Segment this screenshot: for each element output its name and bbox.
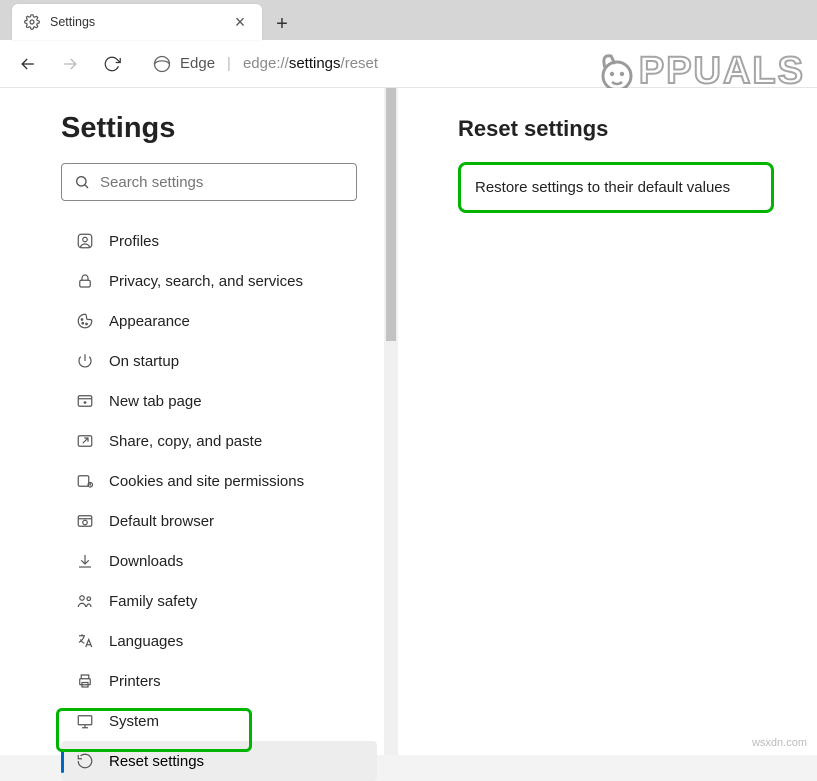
search-input[interactable] [100,174,344,191]
newtab-icon [75,391,95,411]
sidebar-item-label: Downloads [109,553,183,570]
sidebar-item-label: Share, copy, and paste [109,433,262,450]
window-titlebar: Settings × + [0,0,817,40]
gear-icon [24,14,40,30]
sidebar-item-reset[interactable]: Reset settings [61,741,377,781]
system-icon [75,711,95,731]
family-icon [75,591,95,611]
sidebar-item-profiles[interactable]: Profiles [61,221,377,261]
address-divider: | [223,55,235,72]
sidebar-item-share[interactable]: Share, copy, and paste [61,421,377,461]
back-button[interactable] [8,44,48,84]
search-icon [74,174,90,190]
sidebar-item-label: Profiles [109,233,159,250]
sidebar-item-languages[interactable]: Languages [61,621,377,661]
sidebar-item-label: Family safety [109,593,197,610]
content-area: Settings Profiles Privacy, search, and s… [0,88,817,755]
sidebar-item-family[interactable]: Family safety [61,581,377,621]
tab-title: Settings [50,15,95,29]
sidebar-item-appearance[interactable]: Appearance [61,301,377,341]
sidebar-item-startup[interactable]: On startup [61,341,377,381]
lock-icon [75,271,95,291]
sidebar-item-label: Printers [109,673,161,690]
profile-icon [75,231,95,251]
sidebar-item-default-browser[interactable]: Default browser [61,501,377,541]
sidebar-scrollbar[interactable] [384,88,398,755]
power-icon [75,351,95,371]
sidebar-item-printers[interactable]: Printers [61,661,377,701]
address-bar[interactable]: Edge | edge://settings/reset [152,47,809,81]
settings-main-panel: Reset settings Restore settings to their… [398,88,817,755]
sidebar-item-label: Appearance [109,313,190,330]
share-icon [75,431,95,451]
sidebar-item-label: New tab page [109,393,202,410]
edge-logo-icon [152,54,172,74]
reset-icon [75,751,95,771]
sidebar-item-label: Languages [109,633,183,650]
browser-icon [75,511,95,531]
close-tab-icon[interactable]: × [230,12,250,33]
browser-tab[interactable]: Settings × [12,4,262,40]
language-icon [75,631,95,651]
browser-toolbar: Edge | edge://settings/reset [0,40,817,88]
settings-search[interactable] [61,163,357,201]
sidebar-item-label: On startup [109,353,179,370]
sidebar-item-newtab[interactable]: New tab page [61,381,377,421]
page-title: Reset settings [458,116,787,142]
refresh-button[interactable] [92,44,132,84]
sidebar-item-label: Privacy, search, and services [109,273,303,290]
sidebar-item-privacy[interactable]: Privacy, search, and services [61,261,377,301]
sidebar-item-downloads[interactable]: Downloads [61,541,377,581]
cookies-icon [75,471,95,491]
site-identity-label: Edge [180,55,215,72]
sidebar-item-label: Cookies and site permissions [109,473,304,490]
new-tab-button[interactable]: + [266,8,298,40]
settings-sidebar: Settings Profiles Privacy, search, and s… [0,88,398,755]
restore-defaults-label: Restore settings to their default values [475,179,730,196]
download-icon [75,551,95,571]
settings-nav: Profiles Privacy, search, and services A… [61,221,377,781]
image-credit: wsxdn.com [752,737,807,749]
url-text: edge://settings/reset [243,55,378,72]
sidebar-item-label: Default browser [109,513,214,530]
scrollbar-thumb[interactable] [386,88,396,341]
appearance-icon [75,311,95,331]
forward-button[interactable] [50,44,90,84]
sidebar-item-system[interactable]: System [61,701,377,741]
settings-heading: Settings [61,112,377,145]
printer-icon [75,671,95,691]
sidebar-item-cookies[interactable]: Cookies and site permissions [61,461,377,501]
sidebar-item-label: Reset settings [109,753,204,770]
sidebar-item-label: System [109,713,159,730]
restore-defaults-button[interactable]: Restore settings to their default values [458,162,774,213]
